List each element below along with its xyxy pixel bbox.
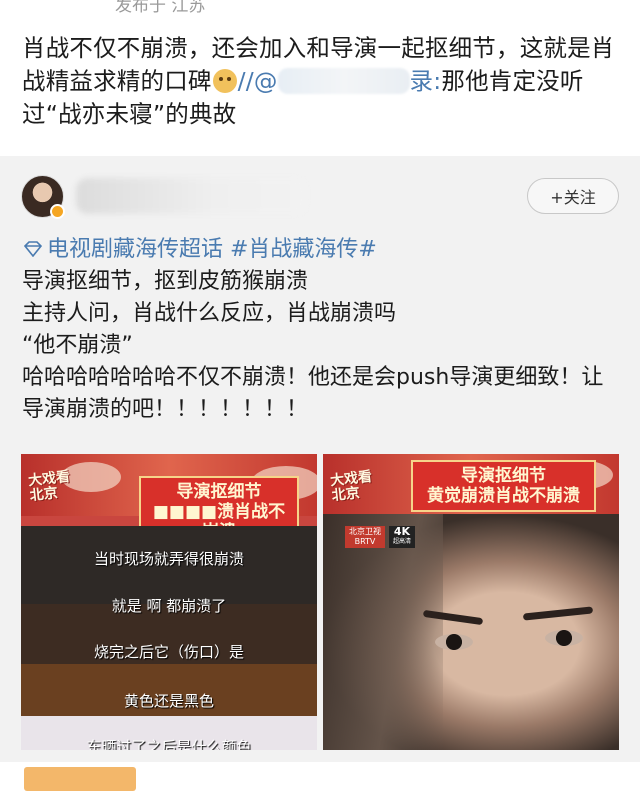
mention-prefix[interactable]: //@ xyxy=(238,67,278,95)
video-subtitle: 黄色还是黑色 xyxy=(123,692,214,710)
quality-label: 4K xyxy=(393,525,411,538)
video-title-line2: 黄觉崩溃肖战不崩溃 xyxy=(427,486,580,506)
video-thumbnail-right[interactable]: 大戏看北京 导演抠细节 黄觉崩溃肖战不崩溃 北京卫视 BRTV 4K 超高清 xyxy=(323,454,619,750)
post-body: 电视剧藏海传超话 #肖战藏海传# 导演抠细节，抠到皮筋猴崩溃 主持人问，肖战什么… xyxy=(22,234,622,426)
video-subtitle: 当时现场就弄得很崩溃 xyxy=(93,550,244,568)
topic-text[interactable]: 电视剧藏海传超话 #肖战藏海传# xyxy=(47,237,377,262)
blurred-username[interactable] xyxy=(76,178,306,214)
quality-sublabel: 超高清 xyxy=(392,538,411,545)
video-subtitle: 东晒过了之后是什么颜色 xyxy=(86,738,252,750)
eye xyxy=(435,634,473,650)
repost-text: 肖战不仅不崩溃，还会加入和导演一起抠细节，这就是肖战精益求精的口碑//@ 录:那他… xyxy=(22,32,622,131)
post-line: “他不崩溃” xyxy=(22,333,133,358)
quality-badge: 4K 超高清 xyxy=(389,526,415,548)
video-title-box: 导演抠细节 黄觉崩溃肖战不崩溃 xyxy=(411,460,596,512)
video-thumbnail-left[interactable]: 大戏看北京 导演抠细节 ■■■■溃肖战不崩溃 当时现场就弄得很崩溃 就是 啊 都… xyxy=(21,454,317,750)
mention-suffix[interactable]: 录: xyxy=(410,67,442,95)
diamond-topic-icon xyxy=(23,241,43,257)
hair-image xyxy=(323,514,443,750)
video-title-line1: 导演抠细节 xyxy=(461,466,546,486)
follow-button[interactable]: +关注 xyxy=(527,178,619,214)
post-line: 导演抠细节，抠到皮筋猴崩溃 xyxy=(22,269,309,294)
channel-badge: 北京卫视 BRTV xyxy=(345,526,385,548)
eye xyxy=(545,630,583,646)
verified-badge-icon xyxy=(50,204,65,219)
video-subtitle: 就是 啊 都崩溃了 xyxy=(111,597,227,615)
mention-blurred-username[interactable] xyxy=(277,68,410,94)
super-topic-link[interactable]: 电视剧藏海传超话 #肖战藏海传# xyxy=(22,234,622,266)
location-line: 发布于 江苏 xyxy=(115,0,206,16)
next-post-thumbnail[interactable] xyxy=(24,767,136,791)
doge-emoji-icon xyxy=(212,69,237,93)
video-subtitle: 烧完之后它（伤口）是 xyxy=(93,643,244,661)
post-line: 哈哈哈哈哈哈哈不仅不崩溃！他还是会push导演更细致！让导演崩溃的吧！！！！！！… xyxy=(22,365,604,422)
show-logo: 大戏看北京 xyxy=(329,468,373,505)
video-title-line1: 导演抠细节 xyxy=(176,482,262,502)
show-logo: 大戏看北京 xyxy=(27,468,71,505)
post-line: 主持人问，肖战什么反应，肖战崩溃吗 xyxy=(22,301,397,326)
